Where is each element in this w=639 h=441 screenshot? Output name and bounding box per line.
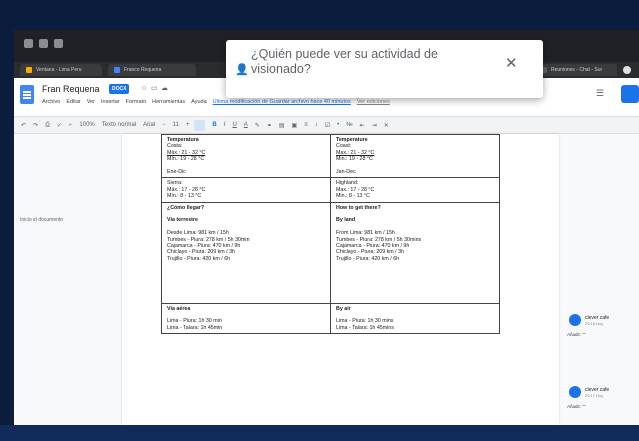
line-spacing-icon[interactable]: ↕ xyxy=(315,122,318,128)
edit-mode-link[interactable]: Ver ediciones xyxy=(357,99,390,105)
spanish-cell[interactable]: Sierra: Máx.: 17 - 28 °C Mín.: 8 - 13 °C xyxy=(161,177,331,203)
print-icon[interactable]: ⎙ xyxy=(45,122,50,129)
style-select[interactable]: Texto normal xyxy=(102,122,136,128)
font-size-decrease-icon[interactable]: − xyxy=(162,122,166,128)
tab-label: Ventana - Lima Peru xyxy=(36,67,82,73)
dialog-question: ¿Quién puede ver su actividad de visiona… xyxy=(251,47,438,76)
window-control[interactable] xyxy=(54,39,63,48)
link-icon[interactable]: ⚭ xyxy=(267,122,272,129)
tab-favicon-icon xyxy=(114,67,120,73)
tab-label: Franco Requena xyxy=(124,67,162,73)
person-add-icon: 👤 xyxy=(235,64,249,76)
cloud-status-icon[interactable]: ☁ xyxy=(161,84,168,92)
cell-line xyxy=(167,294,325,300)
english-cell[interactable]: Highland: Max.: 17 - 28 °C Min.: 8 - 13 °C xyxy=(330,177,500,203)
document-table: Temperatura Costa: Máx.: 21 - 32 °C Mín.: 1… xyxy=(161,133,500,335)
redo-icon[interactable]: ↷ xyxy=(33,122,38,129)
browser-tab[interactable]: Franco Requena xyxy=(108,64,196,76)
font-select[interactable]: Arial xyxy=(143,122,155,128)
table-row: Sierra: Máx.: 17 - 28 °C Mín.: 8 - 13 °C Hi… xyxy=(161,177,500,203)
table-row: Vía aérea Lima - Piura: 1h 30 min Lima - T… xyxy=(161,302,500,335)
menu-insertar[interactable]: Insertar xyxy=(101,99,120,105)
paint-format-icon[interactable]: ⌐ xyxy=(69,122,73,128)
indent-increase-icon[interactable]: ⇥ xyxy=(372,122,377,129)
font-size-increase-icon[interactable]: + xyxy=(186,122,190,128)
clear-format-icon[interactable]: ✕ xyxy=(384,122,389,129)
menu-herramientas[interactable]: Herramientas xyxy=(152,99,185,105)
cell-line: Lima - Talara: 1h 45mins xyxy=(336,324,394,331)
window-controls[interactable] xyxy=(24,39,63,48)
menu-ver[interactable]: Ver xyxy=(87,99,95,105)
comment-assignee: Añadir: "" xyxy=(567,332,586,337)
cell-line: Lima - Talara: 1h 45min xyxy=(167,324,223,331)
shared-screen: Ventana - Lima Peru Franco Requena Reuni… xyxy=(14,30,639,425)
image-icon[interactable]: ▣ xyxy=(292,122,298,129)
tab-favicon-icon xyxy=(26,67,32,73)
comments-rail: clever cafe 20:18 Hoy Añadir: "" clever … xyxy=(559,134,639,425)
comment-icon[interactable]: ▤ xyxy=(279,122,285,129)
file-type-badge: DOCX xyxy=(109,84,130,94)
formatting-toolbar: ↶ ↷ ⎙ ✓ ⌐ 100% Texto normal Arial − 11 +… xyxy=(14,116,639,134)
menu-editar[interactable]: Editar xyxy=(66,99,80,105)
table-row: Temperatura Costa: Máx.: 21 - 32 °C Mín.: 1… xyxy=(161,133,500,179)
outline-label[interactable]: Inicio el documento xyxy=(20,217,63,223)
share-button[interactable] xyxy=(621,85,639,103)
italic-button[interactable]: I xyxy=(224,122,226,128)
window-control[interactable] xyxy=(39,39,48,48)
comment-time: 20:17 Hoy xyxy=(585,393,604,398)
browser-tab[interactable]: Ventana - Lima Peru xyxy=(20,64,102,76)
cell-line: Jan-Dec xyxy=(336,169,356,176)
document-workspace: Inicio el documento Temperatura Costa: Máx… xyxy=(14,133,639,425)
star-icon[interactable]: ☆ xyxy=(141,84,147,92)
comment-avatar xyxy=(569,386,581,398)
menu-ayuda[interactable]: Ayuda xyxy=(191,99,207,105)
cell-line: Trujillo - Piura: 420 km / 6h xyxy=(336,255,400,262)
bold-label: B xyxy=(212,122,217,128)
spanish-cell[interactable]: ¿Cómo llegar? Vía terrestre Desde Lima: 98… xyxy=(161,201,331,304)
cell-line: Ene-Dic xyxy=(167,169,186,176)
video-frame: Ventana - Lima Peru Franco Requena Reuni… xyxy=(0,0,639,441)
english-cell[interactable]: By air Lima - Piura: 1h 30 mins Lima - Tal… xyxy=(330,302,500,335)
underline-button[interactable]: U xyxy=(232,122,236,128)
indent-decrease-icon[interactable]: ⇤ xyxy=(360,122,365,129)
document-title[interactable]: Fran Requena xyxy=(42,84,100,94)
move-folder-icon[interactable]: ▭ xyxy=(151,84,158,92)
profile-avatar[interactable] xyxy=(623,66,631,74)
spellcheck-icon[interactable]: ✓ xyxy=(57,122,62,129)
window-control[interactable] xyxy=(24,39,33,48)
comment-avatar xyxy=(569,314,581,326)
undo-icon[interactable]: ↶ xyxy=(21,122,26,129)
text-color-button[interactable]: A xyxy=(244,122,248,128)
activity-dialog[interactable]: 👤 ¿Quién puede ver su actividad de visio… xyxy=(226,40,543,98)
align-icon[interactable]: ≡ xyxy=(304,122,308,128)
tab-label: Reuniones - Chat - Sur xyxy=(551,67,603,73)
last-edit-link[interactable]: Última modificación de Guardar archivo h… xyxy=(213,99,351,105)
close-icon[interactable]: ✕ xyxy=(505,54,518,72)
document-page[interactable]: Temperatura Costa: Máx.: 21 - 32 °C Mín.: 1… xyxy=(122,133,559,425)
browser-tab[interactable]: Reuniones - Chat - Sur xyxy=(535,64,617,76)
numbered-list-icon[interactable]: № xyxy=(346,122,352,128)
zoom-select[interactable]: 100% xyxy=(79,122,94,128)
highlight-icon[interactable]: ✎ xyxy=(255,122,260,129)
docs-logo-icon[interactable] xyxy=(20,85,34,104)
cell-line: Mín.: 8 - 13 °C xyxy=(167,193,202,200)
comment-assignee: Añadir: "" xyxy=(567,404,586,409)
table-row: ¿Cómo llegar? Vía terrestre Desde Lima: 98… xyxy=(161,201,500,304)
english-cell[interactable]: How to get there? By land From Lima: 981 k… xyxy=(330,201,500,304)
menu-bar: Archivo Editar Ver Insertar Formato Herr… xyxy=(42,99,390,105)
spanish-cell[interactable]: Temperatura Costa: Máx.: 21 - 32 °C Mín.: 1… xyxy=(161,133,331,179)
comments-icon[interactable]: ☰ xyxy=(596,88,604,99)
font-size-input[interactable]: 11 xyxy=(173,122,179,128)
menu-formato[interactable]: Formato xyxy=(126,99,146,105)
checklist-icon[interactable]: ☑ xyxy=(325,122,330,129)
video-bottom-bar xyxy=(0,425,639,441)
menu-archivo[interactable]: Archivo xyxy=(42,99,60,105)
cell-line: Min.: 8 - 13 °C xyxy=(336,193,370,200)
english-cell[interactable]: Temperature Coast: Max.: 21 - 32 °C Min.: 1… xyxy=(330,133,500,179)
bulleted-list-icon[interactable]: • xyxy=(337,122,339,128)
comment-time: 20:18 Hoy xyxy=(585,321,604,326)
bold-button[interactable] xyxy=(194,119,206,131)
spanish-cell[interactable]: Vía aérea Lima - Piura: 1h 30 min Lima - T… xyxy=(161,302,331,335)
